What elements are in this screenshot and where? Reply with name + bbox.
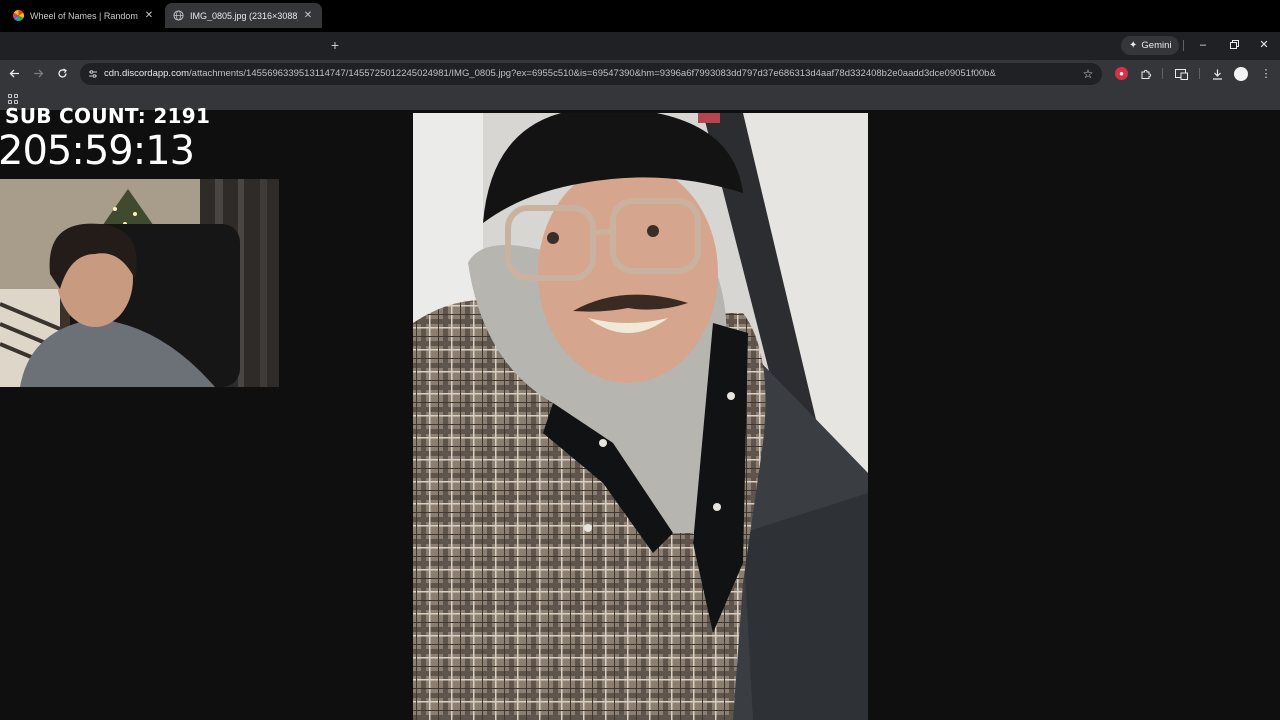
tab-strip	[0, 32, 1280, 60]
extension-red-icon[interactable]: ●	[1115, 67, 1128, 80]
gemini-sparkle-icon: ✦	[1129, 40, 1138, 51]
gemini-button[interactable]: ✦ Gemini	[1121, 36, 1180, 55]
url-host: cdn.discordapp.com	[104, 68, 190, 79]
globe-icon	[173, 10, 184, 21]
url-path: /attachments/1455696339513114747/1455725…	[189, 68, 996, 79]
tab-image[interactable]: IMG_0805.jpg (2316×3088) ✕	[165, 3, 322, 28]
apps-grid-icon[interactable]	[8, 94, 18, 104]
more-menu-icon[interactable]: ⋮	[1256, 64, 1276, 84]
forward-arrow-icon[interactable]	[28, 63, 48, 83]
profile-avatar[interactable]	[1234, 67, 1248, 81]
webcam-illustration	[0, 179, 279, 387]
divider	[1199, 68, 1200, 79]
tune-icon[interactable]	[86, 66, 100, 82]
selfie-photo-illustration	[413, 113, 868, 720]
close-tab-icon[interactable]: ✕	[302, 10, 314, 21]
close-tab-icon[interactable]: ✕	[143, 10, 155, 21]
puzzle-icon[interactable]	[1136, 64, 1156, 84]
wheel-of-names-favicon-icon	[13, 10, 24, 21]
minimize-icon[interactable]: –	[1193, 35, 1213, 55]
back-arrow-icon[interactable]	[4, 63, 24, 83]
reload-icon[interactable]	[52, 63, 72, 83]
restore-icon[interactable]	[1224, 35, 1244, 55]
stream-timer-overlay: 205:59:13	[0, 128, 195, 174]
tab-title: Wheel of Names | Random name picker	[30, 10, 139, 21]
download-icon[interactable]	[1207, 64, 1227, 84]
sub-count-overlay: SUB COUNT: 2191	[5, 104, 211, 128]
close-window-icon[interactable]: ✕	[1254, 35, 1274, 55]
displayed-photo	[413, 113, 868, 720]
webcam-feed	[0, 179, 279, 387]
gemini-label: Gemini	[1141, 40, 1172, 51]
star-icon[interactable]: ☆	[1080, 65, 1096, 83]
url-text[interactable]: cdn.discordapp.com/attachments/145569633…	[104, 67, 1072, 81]
media-cast-icon[interactable]	[1171, 64, 1191, 84]
divider	[1162, 68, 1163, 79]
tab-wheel-of-names[interactable]: Wheel of Names | Random name picker ✕	[5, 3, 163, 28]
new-tab-button[interactable]: +	[327, 35, 343, 55]
divider	[1183, 40, 1184, 51]
tab-title: IMG_0805.jpg (2316×3088)	[190, 10, 298, 21]
